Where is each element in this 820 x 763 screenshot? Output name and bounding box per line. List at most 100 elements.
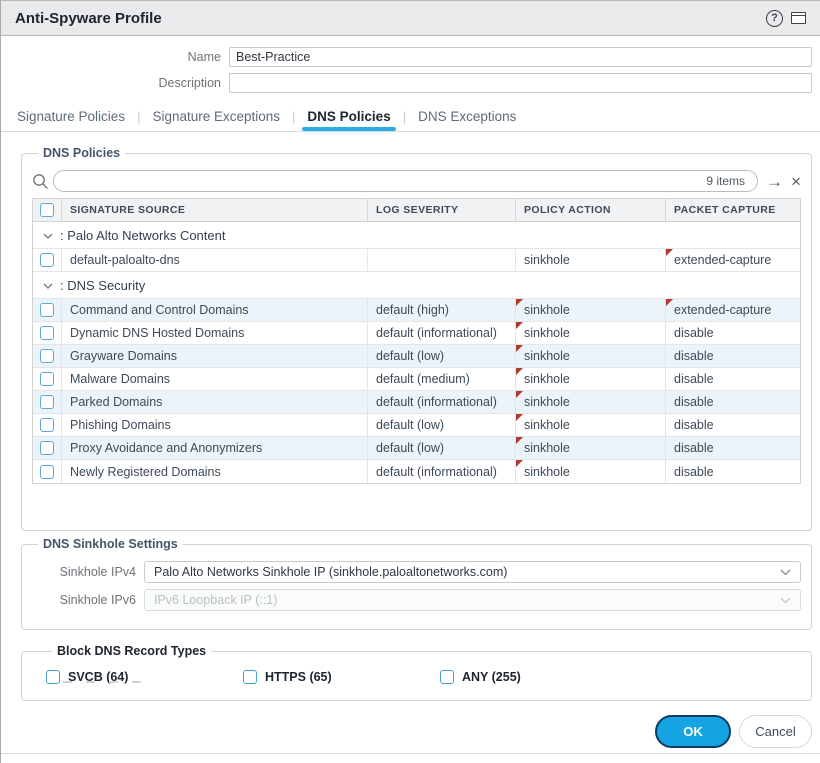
header-packet-capture[interactable]: PACKET CAPTURE	[665, 199, 800, 221]
table-row[interactable]: Malware Domains default (medium) sinkhol…	[33, 368, 800, 391]
bottom-divider	[1, 753, 820, 754]
table-row[interactable]: Proxy Avoidance and Anonymizers default …	[33, 437, 800, 460]
cell-log-severity[interactable]	[367, 249, 515, 271]
table-header-row: SIGNATURE SOURCE LOG SEVERITY POLICY ACT…	[33, 199, 800, 222]
row-checkbox[interactable]	[40, 441, 54, 455]
dns-policies-legend: DNS Policies	[38, 146, 125, 160]
table-row[interactable]: Phishing Domains default (low) sinkhole …	[33, 414, 800, 437]
name-label: Name	[1, 50, 229, 64]
sinkhole-ipv4-value: Palo Alto Networks Sinkhole IP (sinkhole…	[154, 565, 507, 579]
header-policy-action[interactable]: POLICY ACTION	[515, 199, 665, 221]
https-checkbox[interactable]	[243, 670, 257, 684]
row-checkbox[interactable]	[40, 349, 54, 363]
ok-button[interactable]: OK	[655, 715, 731, 748]
cell-packet-capture[interactable]: extended-capture	[665, 299, 800, 321]
cell-packet-capture[interactable]: disable	[665, 391, 800, 413]
cell-signature-source: Dynamic DNS Hosted Domains	[61, 322, 367, 344]
chevron-down-icon[interactable]	[43, 276, 53, 294]
cell-policy-action[interactable]: sinkhole	[515, 249, 665, 271]
tab-dns-policies[interactable]: DNS Policies	[305, 107, 392, 130]
cell-policy-action[interactable]: sinkhole	[515, 414, 665, 436]
cell-packet-capture[interactable]: disable	[665, 460, 800, 483]
window-icon[interactable]	[791, 12, 806, 24]
tab-signature-exceptions[interactable]: Signature Exceptions	[150, 107, 282, 130]
dns-sinkhole-settings-legend: DNS Sinkhole Settings	[38, 537, 183, 551]
row-checkbox[interactable]	[40, 372, 54, 386]
help-icon[interactable]: ?	[766, 10, 783, 27]
cell-policy-action[interactable]: sinkhole	[515, 368, 665, 390]
cell-log-severity[interactable]: default (low)	[367, 414, 515, 436]
row-checkbox[interactable]	[40, 418, 54, 432]
anti-spyware-profile-dialog: Anti-Spyware Profile ? Name Description …	[0, 0, 820, 763]
cell-log-severity[interactable]: default (low)	[367, 345, 515, 367]
name-row: Name	[1, 47, 812, 67]
group-label: : DNS Security	[60, 278, 145, 293]
cell-packet-capture[interactable]: disable	[665, 345, 800, 367]
row-checkbox[interactable]	[40, 303, 54, 317]
table-row[interactable]: Dynamic DNS Hosted Domains default (info…	[33, 322, 800, 345]
dialog-title: Anti-Spyware Profile	[15, 10, 766, 27]
cell-log-severity[interactable]: default (medium)	[367, 368, 515, 390]
cell-policy-action[interactable]: sinkhole	[515, 391, 665, 413]
description-row: Description	[1, 73, 812, 93]
dialog-titlebar: Anti-Spyware Profile ?	[1, 0, 820, 36]
clear-filter-icon[interactable]: ×	[791, 173, 801, 190]
select-all-checkbox[interactable]	[40, 203, 54, 217]
cell-packet-capture[interactable]: extended-capture	[665, 249, 800, 271]
tab-separator: |	[292, 109, 295, 128]
tab-signature-policies[interactable]: Signature Policies	[15, 107, 127, 130]
cell-policy-action[interactable]: sinkhole	[515, 345, 665, 367]
header-signature-source[interactable]: SIGNATURE SOURCE	[61, 199, 367, 221]
dialog-footer: OK Cancel	[655, 715, 812, 748]
description-field[interactable]	[229, 73, 812, 93]
search-pill: 9 items	[53, 170, 758, 192]
header-log-severity[interactable]: LOG SEVERITY	[367, 199, 515, 221]
table-row[interactable]: Parked Domains default (informational) s…	[33, 391, 800, 414]
row-checkbox[interactable]	[40, 395, 54, 409]
table-row[interactable]: Newly Registered Domains default (inform…	[33, 460, 800, 483]
cell-log-severity[interactable]: default (informational)	[367, 391, 515, 413]
any-label: ANY (255)	[462, 670, 521, 684]
https-label: HTTPS (65)	[265, 670, 332, 684]
svcb-checkbox[interactable]	[46, 670, 60, 684]
group-row-dns-security[interactable]: : DNS Security	[33, 272, 800, 299]
items-count: 9 items	[706, 174, 745, 188]
cell-log-severity[interactable]: default (informational)	[367, 322, 515, 344]
dns-policies-section: DNS Policies 9 items → × SIGNATURE SOURC…	[21, 146, 812, 531]
cell-signature-source: Newly Registered Domains	[61, 460, 367, 483]
cell-policy-action[interactable]: sinkhole	[515, 460, 665, 483]
cell-policy-action[interactable]: sinkhole	[515, 299, 665, 321]
group-row-palo-alto-networks-content[interactable]: : Palo Alto Networks Content	[33, 222, 800, 249]
cell-packet-capture[interactable]: disable	[665, 368, 800, 390]
cell-signature-source: Proxy Avoidance and Anonymizers	[61, 437, 367, 459]
table-bottom-spacer	[32, 484, 801, 520]
tabs-divider	[1, 131, 820, 132]
dns-sinkhole-settings-section: DNS Sinkhole Settings Sinkhole IPv4 Palo…	[21, 537, 812, 630]
cell-log-severity[interactable]: default (high)	[367, 299, 515, 321]
row-checkbox[interactable]	[40, 326, 54, 340]
cancel-button[interactable]: Cancel	[739, 715, 812, 748]
row-checkbox[interactable]	[40, 253, 54, 267]
filter-input[interactable]	[64, 174, 706, 188]
table-row[interactable]: Command and Control Domains default (hig…	[33, 299, 800, 322]
chevron-down-icon[interactable]	[43, 226, 53, 244]
cell-packet-capture[interactable]: disable	[665, 437, 800, 459]
clipped-text-fragment	[63, 681, 141, 683]
name-field[interactable]	[229, 47, 812, 67]
cell-log-severity[interactable]: default (low)	[367, 437, 515, 459]
option-any: ANY (255)	[440, 670, 637, 684]
record-type-options: SVCB (64) HTTPS (65) ANY (255)	[46, 670, 801, 684]
group-label: : Palo Alto Networks Content	[60, 228, 225, 243]
row-checkbox[interactable]	[40, 465, 54, 479]
cell-packet-capture[interactable]: disable	[665, 322, 800, 344]
table-row[interactable]: default-paloalto-dns sinkhole extended-c…	[33, 249, 800, 272]
cell-policy-action[interactable]: sinkhole	[515, 437, 665, 459]
any-checkbox[interactable]	[440, 670, 454, 684]
tab-dns-exceptions[interactable]: DNS Exceptions	[416, 107, 518, 130]
cell-policy-action[interactable]: sinkhole	[515, 322, 665, 344]
cell-log-severity[interactable]: default (informational)	[367, 460, 515, 483]
cell-packet-capture[interactable]: disable	[665, 414, 800, 436]
sinkhole-ipv4-select[interactable]: Palo Alto Networks Sinkhole IP (sinkhole…	[144, 561, 801, 583]
apply-filter-arrow-icon[interactable]: →	[766, 173, 783, 190]
table-row[interactable]: Grayware Domains default (low) sinkhole …	[33, 345, 800, 368]
